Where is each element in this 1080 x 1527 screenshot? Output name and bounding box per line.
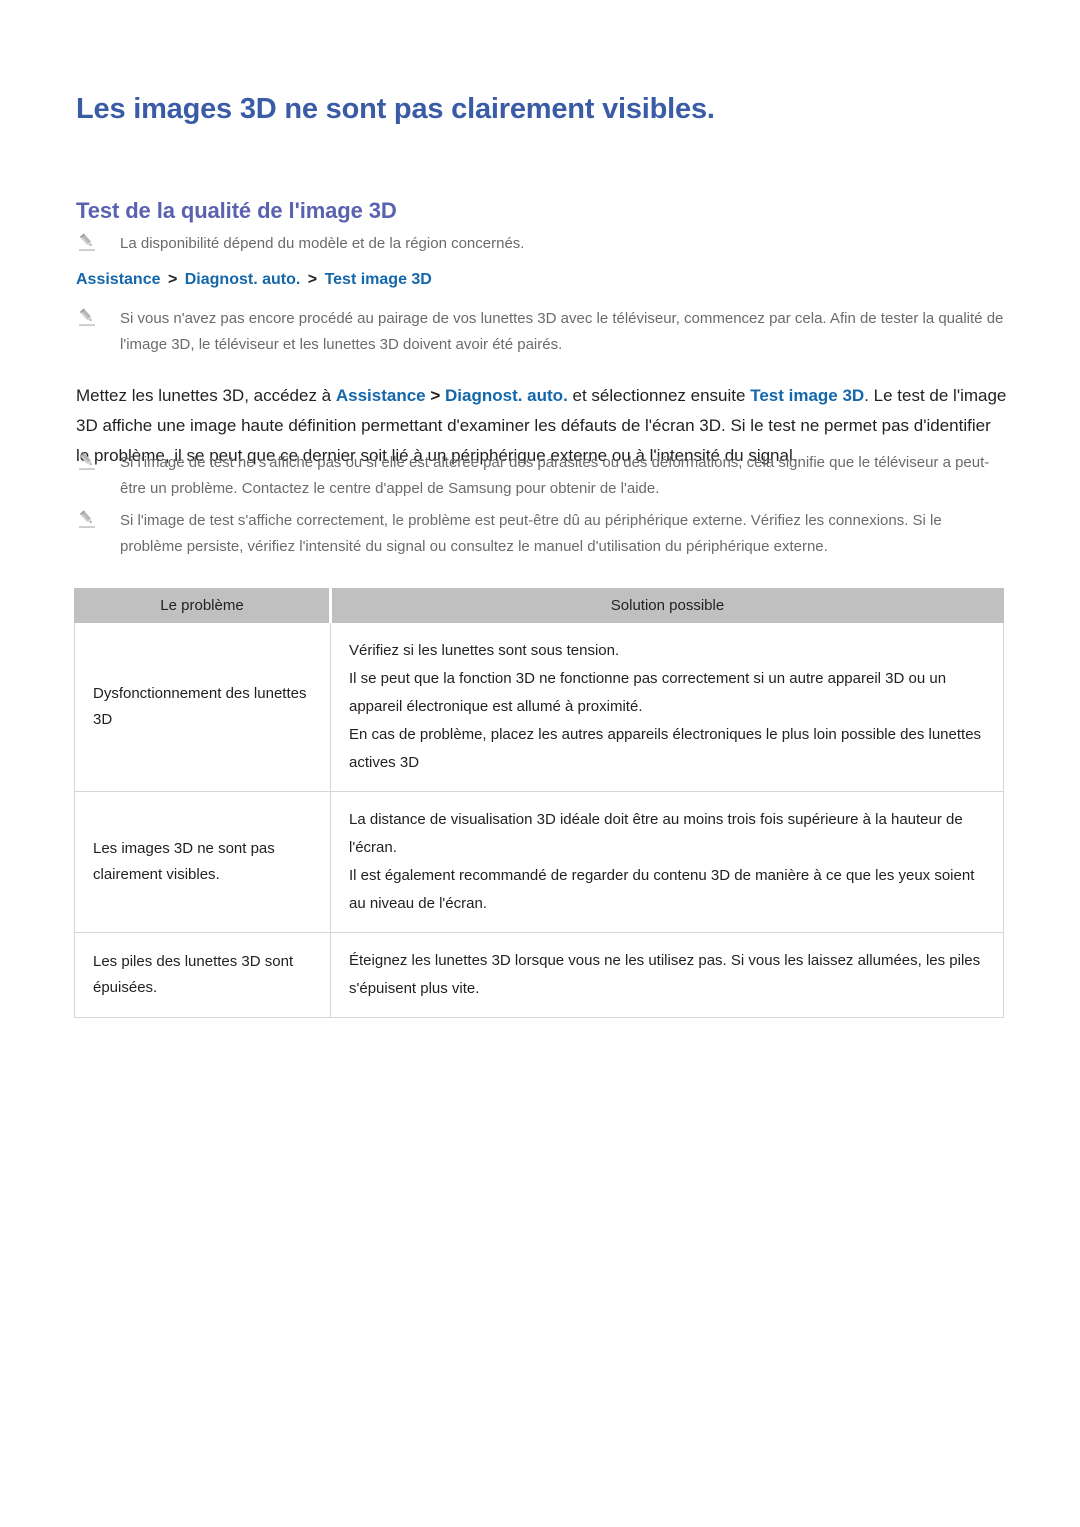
solution-line: Il se peut que la fonction 3D ne fonctio…	[349, 670, 947, 715]
table-header-solution: Solution possible	[330, 588, 1004, 623]
note-text: Si l'image de test ne s'affiche pas ou s…	[120, 454, 990, 497]
solution-line: Éteignez les lunettes 3D lorsque vous ne…	[349, 952, 981, 997]
table-row: Les images 3D ne sont pas clairement vis…	[74, 791, 1004, 933]
table-cell-problem: Dysfonctionnement des lunettes 3D	[74, 622, 331, 792]
breadcrumb-separator: >	[167, 271, 178, 288]
document-page: Les images 3D ne sont pas clairement vis…	[0, 0, 1080, 1527]
table-cell-problem: Les images 3D ne sont pas clairement vis…	[74, 791, 331, 933]
breadcrumb-separator-2: >	[307, 271, 318, 288]
body-text-part1: Mettez les lunettes 3D, accédez à	[76, 386, 336, 405]
breadcrumb-item-test-image-3d[interactable]: Test image 3D	[325, 271, 432, 288]
note-pairing: Si vous n'avez pas encore procédé au pai…	[76, 306, 1006, 358]
pencil-icon	[76, 452, 98, 472]
note-test-ok: Si l'image de test s'affiche correctemen…	[76, 508, 1006, 560]
inline-separator: >	[425, 386, 446, 405]
table-cell-solution: Vérifiez si les lunettes sont sous tensi…	[330, 622, 1004, 792]
pencil-icon	[76, 308, 98, 328]
solution-line: Il est également recommandé de regarder …	[349, 867, 975, 912]
note-text: La disponibilité dépend du modèle et de …	[120, 235, 525, 252]
body-text-part2: et sélectionnez ensuite	[567, 386, 751, 405]
solution-line: La distance de visualisation 3D idéale d…	[349, 811, 963, 856]
solution-line: En cas de problème, placez les autres ap…	[349, 726, 982, 771]
table-header-problem: Le problème	[74, 588, 332, 623]
table-cell-solution: La distance de visualisation 3D idéale d…	[330, 791, 1004, 933]
inline-link-test-image-3d[interactable]: Test image 3D	[750, 386, 864, 405]
troubleshooting-table: Le problème Solution possible Dysfonctio…	[74, 588, 1004, 1018]
table-body: Dysfonctionnement des lunettes 3D Vérifi…	[74, 622, 1004, 1018]
breadcrumb-item-diagnost-auto[interactable]: Diagnost. auto.	[185, 271, 301, 288]
note-text: Si l'image de test s'affiche correctemen…	[120, 512, 942, 555]
page-title: Les images 3D ne sont pas clairement vis…	[76, 93, 715, 126]
table-header-row: Le problème Solution possible	[74, 588, 1004, 623]
pencil-icon	[76, 510, 98, 530]
table-cell-solution: Éteignez les lunettes 3D lorsque vous ne…	[330, 932, 1004, 1018]
inline-link-diagnost-auto[interactable]: Diagnost. auto.	[445, 386, 568, 405]
pencil-icon	[76, 233, 98, 253]
table-row: Dysfonctionnement des lunettes 3D Vérifi…	[74, 622, 1004, 792]
note-test-fail: Si l'image de test ne s'affiche pas ou s…	[76, 450, 1006, 502]
table-header: Le problème Solution possible	[74, 588, 1004, 623]
section-title: Test de la qualité de l'image 3D	[76, 198, 397, 224]
solution-line: Vérifiez si les lunettes sont sous tensi…	[349, 642, 620, 659]
note-text: Si vous n'avez pas encore procédé au pai…	[120, 310, 1004, 353]
breadcrumb[interactable]: Assistance > Diagnost. auto. > Test imag…	[76, 271, 432, 289]
inline-link-assistance[interactable]: Assistance	[336, 386, 426, 405]
note-availability: La disponibilité dépend du modèle et de …	[76, 231, 976, 257]
breadcrumb-item-assistance[interactable]: Assistance	[76, 271, 161, 288]
table-row: Les piles des lunettes 3D sont épuisées.…	[74, 932, 1004, 1018]
table-cell-problem: Les piles des lunettes 3D sont épuisées.	[74, 932, 331, 1018]
